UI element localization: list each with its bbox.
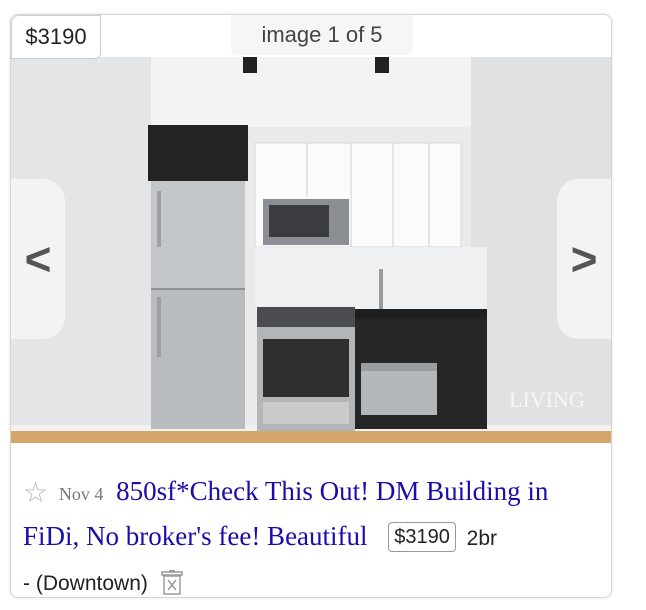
- star-icon[interactable]: ☆: [23, 478, 48, 509]
- listing-info: ☆ Nov 4 850sf*Check This Out! DM Buildin…: [23, 470, 609, 597]
- next-image-button[interactable]: >: [557, 179, 611, 339]
- image-counter: image 1 of 5: [231, 15, 413, 55]
- listing-card: LIVING $3190 image 1 of 5 < > ☆ Nov 4 85…: [10, 14, 612, 598]
- watermark-text: LIVING: [509, 387, 585, 412]
- listing-price: $3190: [388, 522, 456, 552]
- price-badge: $3190: [11, 15, 101, 59]
- listing-image[interactable]: LIVING: [11, 57, 611, 443]
- listing-neighborhood: - (Downtown): [23, 572, 148, 595]
- previous-image-button[interactable]: <: [11, 179, 65, 339]
- listing-date: Nov 4: [58, 484, 104, 504]
- chevron-left-icon: <: [24, 233, 52, 285]
- trash-icon[interactable]: [160, 566, 183, 597]
- chevron-right-icon: >: [570, 233, 598, 285]
- listing-housing: 2br: [466, 527, 498, 550]
